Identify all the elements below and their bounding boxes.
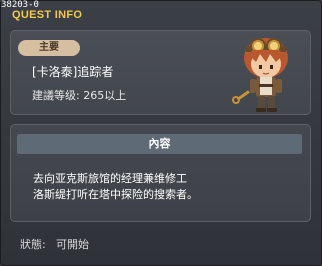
quest-type-badge: 主要 — [18, 40, 80, 56]
quest-name: [卡洛泰]追踪者 — [32, 65, 114, 79]
window-title: QUEST INFO — [12, 9, 83, 21]
content-header: 內容 — [17, 134, 302, 154]
content-line: 去向亚克斯旅馆的经理兼维修工 — [33, 172, 187, 185]
content-line: 洛斯缇打听在塔中探险的搜索者。 — [33, 188, 198, 201]
status-value: 可開始 — [56, 238, 89, 251]
npc-character-portrait — [232, 38, 288, 112]
status-label: 狀態: — [20, 238, 46, 251]
quest-level-requirement: 建議等级: 265以上 — [32, 89, 127, 102]
